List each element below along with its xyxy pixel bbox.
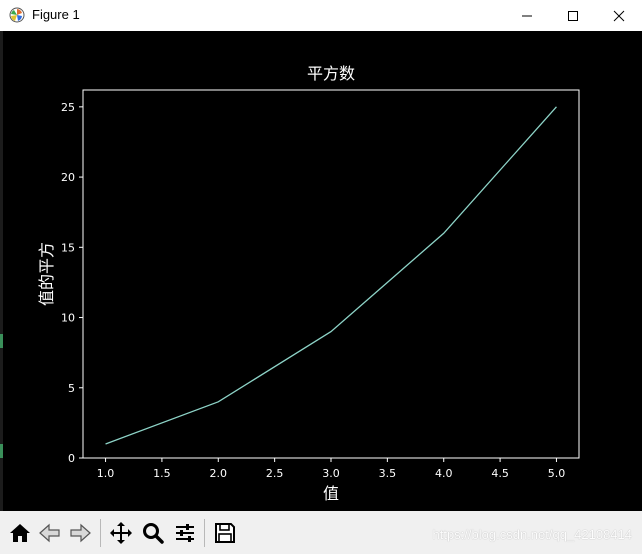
x-tick-label: 3.0 bbox=[322, 467, 340, 480]
x-tick-label: 1.0 bbox=[97, 467, 115, 480]
watermark: https://blog.csdn.net/qq_42108414 bbox=[432, 527, 633, 542]
x-tick-label: 4.0 bbox=[435, 467, 453, 480]
configure-subplots-icon bbox=[176, 524, 194, 542]
y-tick-label: 25 bbox=[61, 101, 75, 114]
x-tick-label: 2.5 bbox=[266, 467, 284, 480]
x-tick-label: 5.0 bbox=[548, 467, 566, 480]
zoom-icon bbox=[143, 523, 164, 544]
zoom-button[interactable] bbox=[138, 518, 168, 548]
close-button[interactable] bbox=[596, 0, 642, 31]
x-tick-label: 1.5 bbox=[153, 467, 171, 480]
close-icon bbox=[613, 10, 625, 21]
y-tick-label: 15 bbox=[61, 241, 75, 254]
back-button[interactable] bbox=[35, 518, 65, 548]
y-tick-label: 5 bbox=[68, 382, 75, 395]
window-title: Figure 1 bbox=[32, 7, 80, 22]
home-button[interactable] bbox=[5, 518, 35, 548]
axes-frame bbox=[82, 89, 580, 459]
y-tick-label: 0 bbox=[68, 452, 75, 465]
line-chart: 平方数 值 值的平方 1.0 1.5 2.0 2.5 3.0 3.5 4.0 4.5 5.0 0… bbox=[37, 64, 580, 503]
maximize-icon bbox=[568, 10, 578, 21]
x-tick-label: 3.5 bbox=[379, 467, 397, 480]
x-tick-label: 2.0 bbox=[210, 467, 228, 480]
chart-title: 平方数 bbox=[307, 64, 355, 83]
pan-icon bbox=[110, 522, 132, 544]
back-icon bbox=[39, 523, 60, 543]
pan-button[interactable] bbox=[106, 518, 136, 548]
toolbar-separator bbox=[100, 519, 101, 547]
y-tick-label: 10 bbox=[61, 312, 75, 325]
x-axis-label: 值 bbox=[323, 484, 339, 503]
window-titlebar: Figure 1 bbox=[0, 0, 642, 31]
save-button[interactable] bbox=[210, 518, 240, 548]
forward-icon bbox=[70, 523, 91, 543]
minimize-button[interactable] bbox=[504, 0, 550, 31]
matplotlib-icon bbox=[9, 7, 25, 23]
forward-button[interactable] bbox=[65, 518, 95, 548]
y-tick-label: 20 bbox=[61, 171, 75, 184]
series-line bbox=[105, 106, 557, 445]
x-tick-label: 4.5 bbox=[491, 467, 509, 480]
save-icon bbox=[215, 523, 235, 543]
maximize-button[interactable] bbox=[550, 0, 596, 31]
figure-canvas[interactable]: 平方数 值 值的平方 1.0 1.5 2.0 2.5 3.0 3.5 4.0 4.5 5.0 0… bbox=[3, 31, 642, 511]
y-axis-label: 值的平方 bbox=[37, 242, 56, 306]
home-icon bbox=[10, 524, 30, 542]
toolbar-separator bbox=[204, 519, 205, 547]
minimize-icon bbox=[522, 15, 532, 16]
configure-subplots-button[interactable] bbox=[170, 518, 200, 548]
